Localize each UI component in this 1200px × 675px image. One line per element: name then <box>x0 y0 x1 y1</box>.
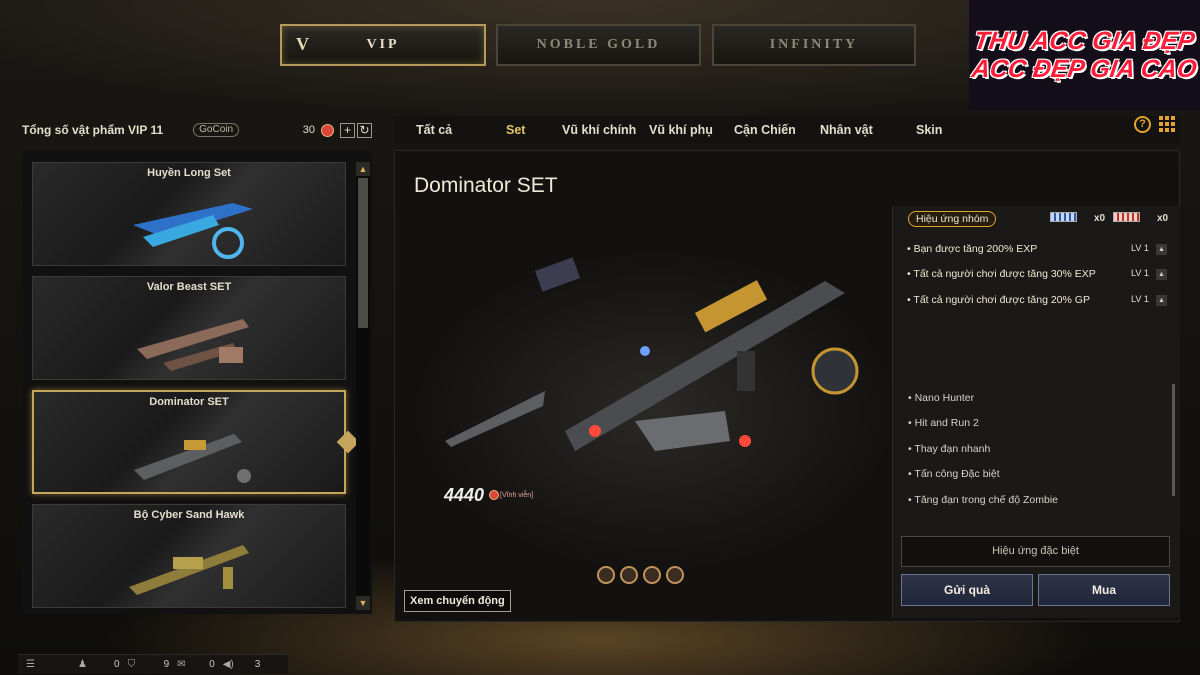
list-scrollbar[interactable]: ▲ ▼ <box>356 162 370 610</box>
set-card-name: Valor Beast SET <box>146 281 232 293</box>
set-card-selected[interactable]: Dominator SET <box>32 390 346 494</box>
set-card[interactable]: Valor Beast SET <box>32 276 346 380</box>
level-up-icon[interactable]: ▲ <box>1156 244 1167 255</box>
vip-mark-icon: V <box>296 34 312 54</box>
coin-icon <box>489 490 499 500</box>
weapon-image <box>134 434 251 483</box>
tab-primary-weapon[interactable]: Vũ khí chính <box>562 123 636 137</box>
friends-count: 0 <box>114 659 120 670</box>
gocoin-badge[interactable]: GoCoin <box>193 123 240 137</box>
slot-icon[interactable] <box>620 566 638 584</box>
buff-level: LV 1 <box>1131 294 1149 304</box>
feature-item: • Tăng đạn trong chế độ Zombie <box>908 494 1058 506</box>
level-up-icon[interactable]: ▲ <box>1156 269 1167 280</box>
coin-icon <box>321 123 334 137</box>
promo-line-2: ACC ĐẸP GIA CAO <box>970 55 1199 83</box>
add-button[interactable]: + <box>340 122 355 138</box>
vip-list-header: Tổng số vật phẩm VIP 11 GoCoin 30 + ↻ <box>22 119 372 141</box>
set-card[interactable]: Bộ Cyber Sand Hawk <box>32 504 346 608</box>
tab-skin[interactable]: Skin <box>916 123 942 137</box>
menu-icon[interactable]: ☰ <box>26 659 38 670</box>
weapon-image <box>129 545 249 595</box>
slot-icon[interactable] <box>666 566 684 584</box>
chat-icon[interactable]: ✉ <box>177 659 189 670</box>
tab-melee[interactable]: Cận Chiến <box>734 123 796 137</box>
feature-item: • Nano Hunter <box>908 392 975 404</box>
price-duration: [Vĩnh viễn] <box>500 492 534 499</box>
tab-vip[interactable]: V VIP <box>280 24 486 66</box>
grid-view-icon[interactable] <box>1159 116 1175 132</box>
level-up-icon[interactable]: ▲ <box>1156 295 1167 306</box>
tab-noble-gold[interactable]: NOBLE GOLD <box>496 24 701 66</box>
special-effect-button[interactable]: Hiệu ứng đặc biệt <box>901 536 1170 567</box>
clan-count: 9 <box>163 659 170 670</box>
gift-button[interactable]: Gửi quà <box>901 574 1033 606</box>
weapon-image <box>133 203 253 259</box>
slot-icon[interactable] <box>597 566 615 584</box>
flag-b-count: x0 <box>1157 213 1169 224</box>
volume-value: 3 <box>254 659 261 670</box>
buff-text: • Tất cả người chơi được tăng 30% EXP <box>907 268 1096 280</box>
status-bar: ☰ ♟ 0 ⛉ 9 ✉ 0 ◀) 3 <box>18 654 288 674</box>
chat-count: 0 <box>209 659 215 670</box>
group-effect-badge: Hiệu ứng nhóm <box>908 211 997 227</box>
tab-infinity-label: INFINITY <box>769 37 859 52</box>
flag-icon <box>1113 212 1140 222</box>
tab-set[interactable]: Set <box>506 123 525 137</box>
scroll-down-icon[interactable]: ▼ <box>356 596 370 610</box>
flag-icon <box>1050 212 1077 222</box>
tab-vip-label: VIP <box>366 37 400 52</box>
buff-text: • Bạn được tăng 200% EXP <box>907 243 1038 255</box>
item-count: 30 <box>302 124 315 136</box>
slot-icon[interactable] <box>643 566 661 584</box>
flag-a-count: x0 <box>1094 213 1106 224</box>
set-card-name: Bộ Cyber Sand Hawk <box>133 509 245 521</box>
refresh-button[interactable]: ↻ <box>357 122 372 138</box>
set-title: Dominator SET <box>414 174 558 197</box>
feature-item: • Tấn công Đặc biệt <box>908 468 1000 480</box>
tab-infinity[interactable]: INFINITY <box>712 24 916 66</box>
tab-noble-gold-label: NOBLE GOLD <box>536 37 661 52</box>
item-slots <box>597 566 684 584</box>
feature-item: • Thay đạn nhanh <box>908 443 991 455</box>
buff-level: LV 1 <box>1131 268 1149 278</box>
feature-scrollbar[interactable] <box>1172 384 1175 496</box>
set-list: Huyền Long Set Valor Beast SET Dominator… <box>22 150 372 614</box>
scroll-up-icon[interactable]: ▲ <box>356 162 370 176</box>
promo-banner: THU ACC GIA ĐẸP ACC ĐẸP GIA CAO <box>969 0 1200 110</box>
tab-all[interactable]: Tất cả <box>416 123 452 137</box>
help-icon[interactable]: ? <box>1134 116 1151 133</box>
tab-secondary-weapon[interactable]: Vũ khí phụ <box>649 123 713 137</box>
volume-icon[interactable]: ◀) <box>223 659 235 670</box>
buff-level: LV 1 <box>1131 243 1149 253</box>
promo-line-1: THU ACC GIA ĐẸP <box>972 27 1197 55</box>
vip-list-title: Tổng số vật phẩm VIP 11 <box>22 123 164 137</box>
feature-item: • Hit and Run 2 <box>908 417 979 429</box>
buff-text: • Tất cả người chơi được tăng 20% GP <box>907 294 1090 306</box>
set-card-name: Huyền Long Set <box>147 167 231 179</box>
weapon-image <box>137 319 249 371</box>
price-value: 4440 <box>444 485 485 505</box>
buy-button[interactable]: Mua <box>1038 574 1170 606</box>
clan-icon[interactable]: ⛉ <box>128 659 140 670</box>
scroll-thumb[interactable] <box>358 178 368 328</box>
friends-icon[interactable]: ♟ <box>78 659 90 670</box>
tab-character[interactable]: Nhân vật <box>820 123 873 137</box>
view-motion-button[interactable]: Xem chuyển động <box>404 590 511 612</box>
set-card[interactable]: Huyền Long Set <box>32 162 346 266</box>
set-card-name: Dominator SET <box>149 396 229 408</box>
